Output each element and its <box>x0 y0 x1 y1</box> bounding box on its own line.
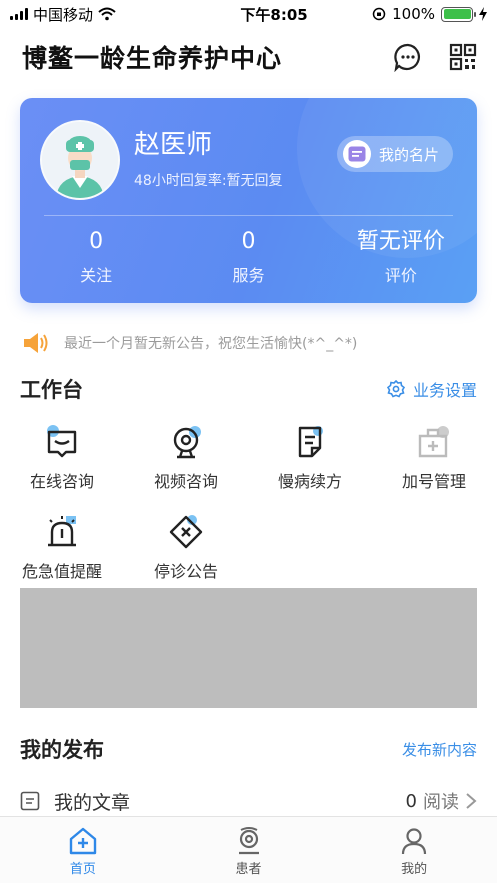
profile-card[interactable]: 赵医师 48小时回复率:暂无回复 我的名片 0 关注 0 服务 暂无评价 评价 <box>20 98 477 303</box>
tab-me[interactable]: 我的 <box>331 817 497 883</box>
business-card-icon <box>342 140 371 168</box>
alarm-icon <box>40 510 84 554</box>
gear-icon <box>386 380 405 398</box>
business-settings-link[interactable]: 业务设置 <box>386 377 477 401</box>
workbench-title: 工作台 <box>20 378 83 402</box>
grid-label: 在线咨询 <box>29 472 94 491</box>
publish-title: 我的发布 <box>20 738 104 762</box>
video-consult-button[interactable]: 视频咨询 <box>124 420 248 510</box>
stat-service[interactable]: 0 服务 <box>172 226 324 286</box>
articles-label: 我的文章 <box>54 791 131 814</box>
carrier-name: 中国移动 <box>33 5 94 24</box>
notice-bar[interactable]: 最近一个月暂无新公告，祝您生活愉快(*^_^*) <box>20 330 357 356</box>
prescription-icon <box>288 420 332 464</box>
stat-value: 暂无评价 <box>356 229 445 254</box>
add-appointment-icon <box>412 420 456 464</box>
stat-value: 0 <box>241 229 256 254</box>
online-consult-icon <box>40 420 84 464</box>
stat-value: 0 <box>89 229 104 254</box>
grid-label: 慢病续方 <box>277 472 342 491</box>
doctor-avatar[interactable] <box>40 120 120 200</box>
chevron-right-icon <box>466 793 477 809</box>
tab-label: 首页 <box>69 862 96 877</box>
tab-label: 我的 <box>401 862 428 877</box>
card-divider <box>44 215 453 216</box>
prescription-button[interactable]: 慢病续方 <box>248 420 372 510</box>
home-icon <box>69 827 97 855</box>
article-icon <box>20 791 40 811</box>
stat-follow[interactable]: 0 关注 <box>20 226 172 286</box>
qr-code-icon[interactable] <box>449 43 477 71</box>
app-title: 博鳌一龄生命养护中心 <box>22 44 283 73</box>
publish-new-link[interactable]: 发布新内容 <box>402 739 477 760</box>
chat-icon[interactable] <box>393 42 423 72</box>
alarm-button[interactable]: 危急值提醒 <box>0 510 124 600</box>
profile-icon <box>402 828 427 855</box>
grid-label: 停诊公告 <box>153 562 218 581</box>
banner-placeholder[interactable] <box>20 588 477 708</box>
grid-label: 加号管理 <box>401 472 466 491</box>
patient-icon <box>238 827 259 855</box>
grid-label: 危急值提醒 <box>21 562 102 581</box>
publish-header: 我的发布 发布新内容 <box>20 734 477 764</box>
clock: 下午8:05 <box>240 5 308 24</box>
battery-icon <box>441 6 476 22</box>
video-consult-icon <box>164 420 208 464</box>
doctor-name: 赵医师 <box>134 130 213 160</box>
stat-label: 关注 <box>80 266 113 285</box>
my-card-button[interactable]: 我的名片 <box>336 136 453 172</box>
tab-home[interactable]: 首页 <box>0 817 166 883</box>
profile-stats: 0 关注 0 服务 暂无评价 评价 <box>20 226 477 286</box>
speaker-icon <box>24 333 48 353</box>
signal-icon <box>10 8 28 20</box>
reply-rate: 48小时回复率:暂无回复 <box>134 173 283 189</box>
add-appointment-button[interactable]: 加号管理 <box>372 420 496 510</box>
charging-icon <box>479 7 487 21</box>
suspend-notice-icon <box>164 510 208 554</box>
battery-percent: 100% <box>392 5 435 23</box>
articles-count: 0 <box>405 790 417 812</box>
articles-unit: 阅读 <box>423 792 459 813</box>
wifi-icon <box>98 7 116 21</box>
online-consult-button[interactable]: 在线咨询 <box>0 420 124 510</box>
tab-bar: 首页 患者 我的 <box>0 816 497 883</box>
my-articles-row[interactable]: 我的文章 0 阅读 <box>20 784 477 818</box>
settings-label: 业务设置 <box>412 381 477 400</box>
stat-label: 服务 <box>232 266 265 285</box>
my-card-label: 我的名片 <box>378 145 439 164</box>
workbench-header: 工作台 业务设置 <box>20 374 477 404</box>
stat-rating[interactable]: 暂无评价 评价 <box>325 226 477 286</box>
stat-label: 评价 <box>384 266 417 285</box>
tab-label: 患者 <box>235 862 262 877</box>
notice-text: 最近一个月暂无新公告，祝您生活愉快(*^_^*) <box>64 336 358 352</box>
grid-label: 视频咨询 <box>153 472 218 491</box>
suspend-notice-button[interactable]: 停诊公告 <box>124 510 248 600</box>
status-bar: 中国移动 下午8:05 100% <box>0 0 497 28</box>
tab-patients[interactable]: 患者 <box>166 817 332 883</box>
workbench-grid: 在线咨询 视频咨询 慢病续方 加号管理 危急值提醒 停诊公告 <box>0 420 497 600</box>
rotation-lock-icon <box>372 7 386 21</box>
app-header: 博鳌一龄生命养护中心 <box>0 30 497 84</box>
